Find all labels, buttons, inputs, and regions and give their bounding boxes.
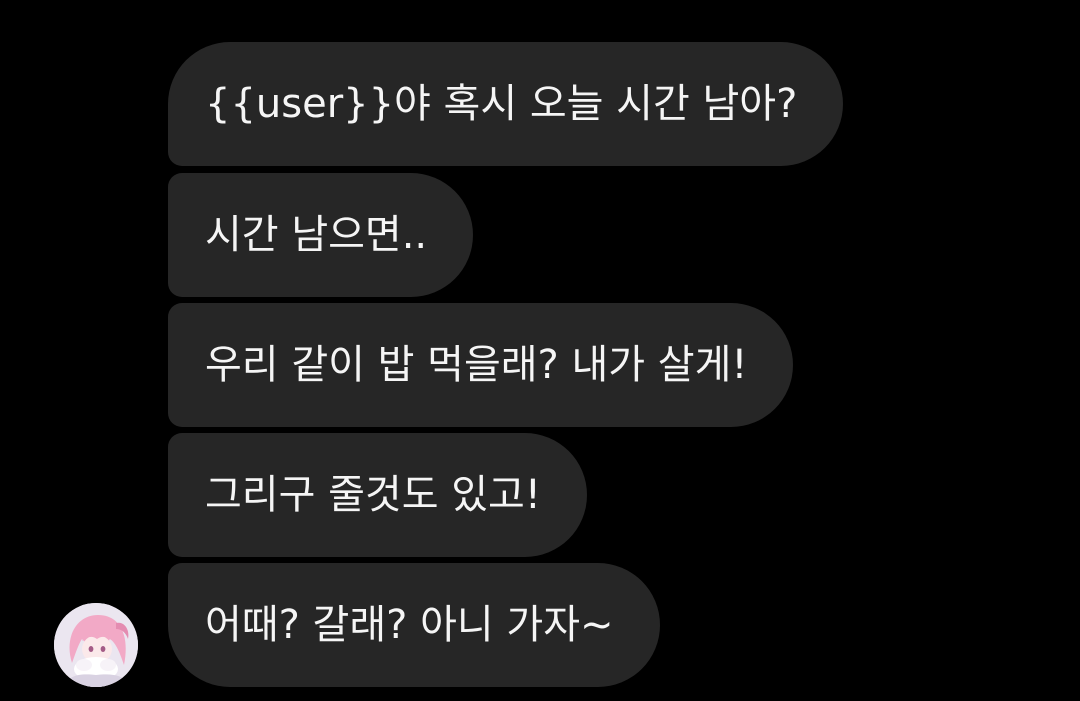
message-bubble[interactable]: 그리구 줄것도 있고!: [168, 433, 587, 557]
message-text: 어때? 갈래? 아니 가자~: [205, 602, 614, 648]
message-text: 그리구 줄것도 있고!: [205, 472, 541, 518]
message-bubble[interactable]: 어때? 갈래? 아니 가자~: [168, 563, 660, 687]
message-bubble[interactable]: 시간 남으면..: [168, 173, 474, 297]
message-thread: {{user}}야 혹시 오늘 시간 남아? 시간 남으면.. 우리 같이 밥 …: [0, 0, 1080, 701]
message-bubble[interactable]: {{user}}야 혹시 오늘 시간 남아?: [168, 42, 844, 166]
message-bubble[interactable]: 우리 같이 밥 먹을래? 내가 살게!: [168, 303, 794, 427]
message-text: 우리 같이 밥 먹을래? 내가 살게!: [205, 342, 748, 388]
message-text: 시간 남으면..: [205, 212, 428, 258]
anime-girl-avatar-icon: [54, 603, 138, 687]
message-text: {{user}}야 혹시 오늘 시간 남아?: [205, 81, 798, 127]
sender-avatar[interactable]: [54, 603, 138, 687]
